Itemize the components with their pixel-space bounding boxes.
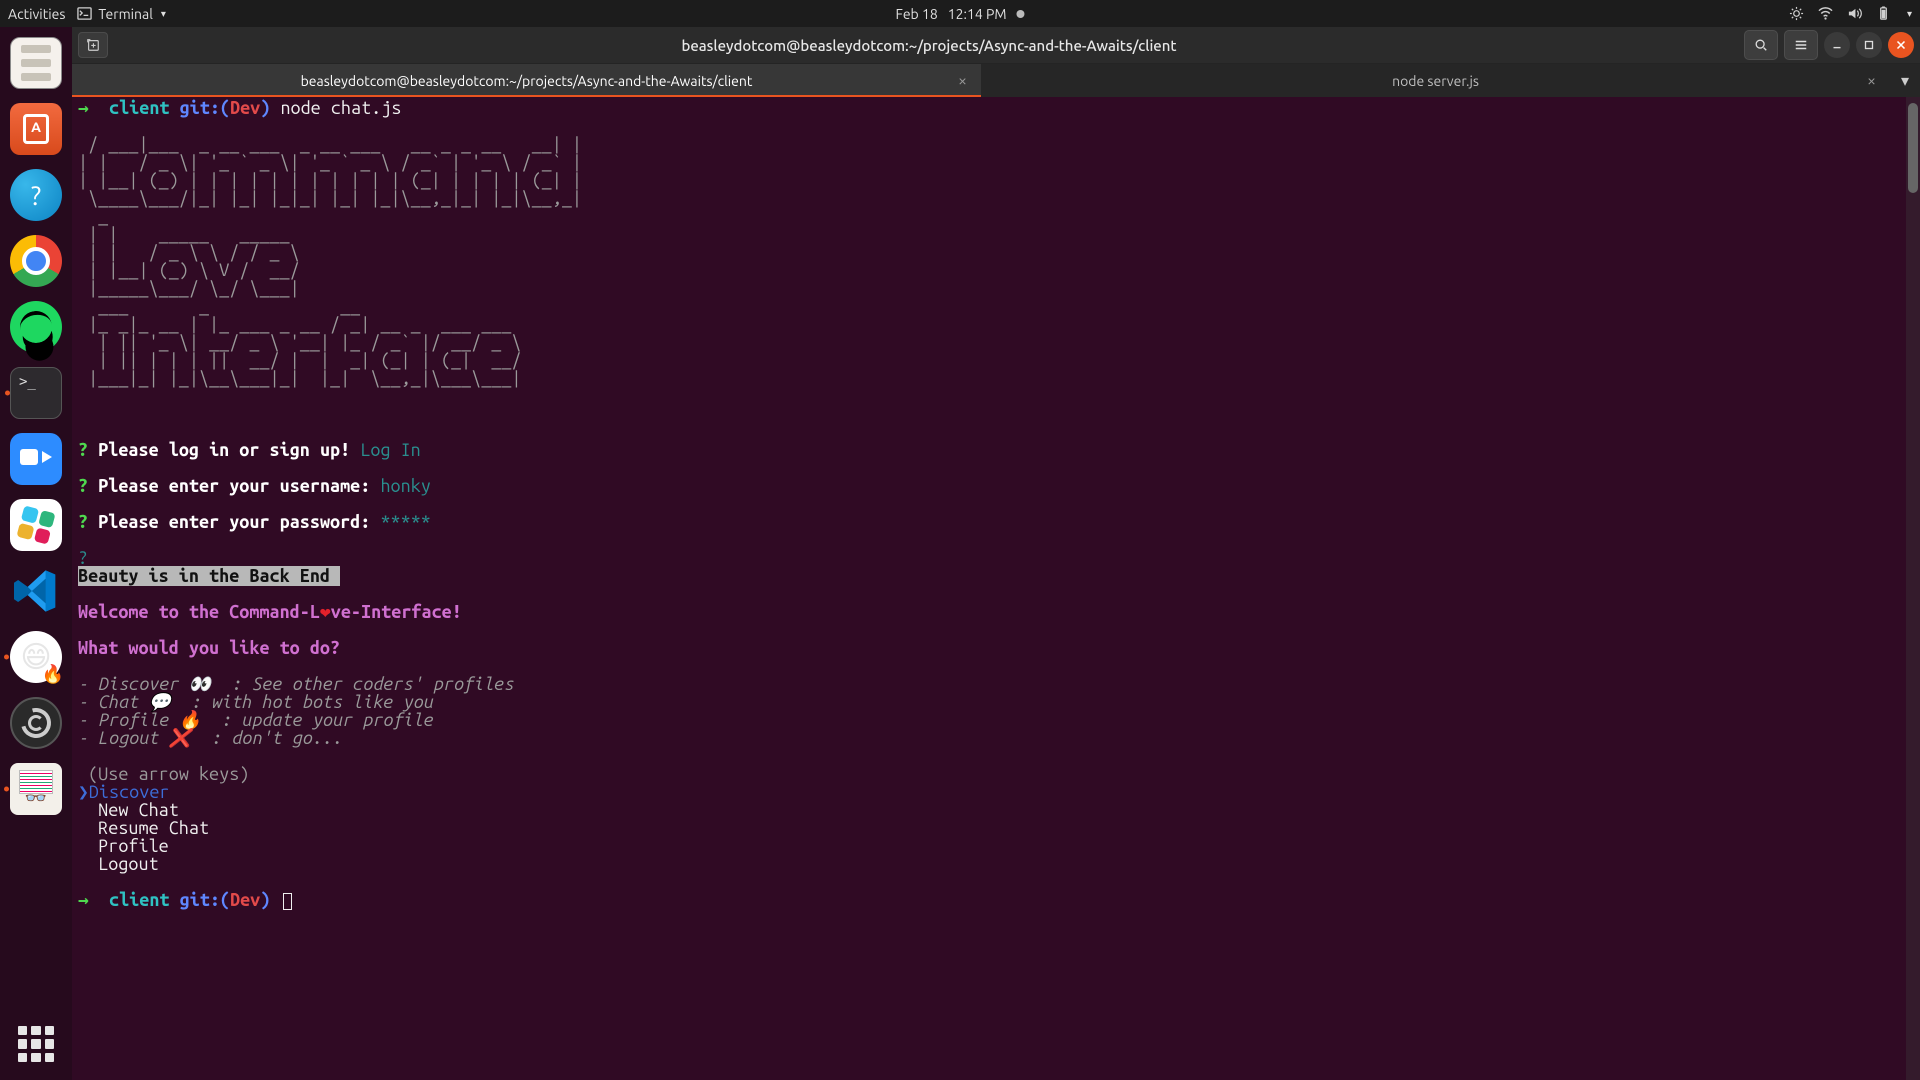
brightness-icon [1789,6,1804,21]
search-button[interactable] [1744,30,1778,60]
app-menu-button[interactable]: Terminal ▾ [77,6,166,22]
running-indicator-icon [5,391,10,396]
hamburger-icon [1794,38,1808,52]
show-applications-button[interactable] [18,1026,54,1062]
tab-close-button[interactable]: × [1867,72,1876,90]
tab-dropdown-button[interactable]: ▾ [1890,64,1920,97]
tab-label: node server.js [1392,73,1479,89]
tab-server[interactable]: node server.js × [981,64,1890,97]
software-center-icon[interactable] [10,103,62,155]
chevron-down-icon: ▾ [161,8,166,20]
vscode-app-icon[interactable] [10,565,62,617]
minimize-icon [1830,38,1844,52]
minimize-button[interactable] [1824,32,1850,58]
emoji-app-icon[interactable]: 😄 [10,631,62,683]
wifi-icon [1818,6,1833,21]
system-status-area[interactable]: ▾ [1789,6,1912,21]
volume-icon [1847,6,1862,21]
cursor-icon [283,893,292,910]
terminal-output: → client git:(Dev) node chat.js / ___|__… [78,99,1914,910]
tab-client[interactable]: beasleydotcom@beasleydotcom:~/projects/A… [72,64,981,97]
ubuntu-dock: ? 😄 👓 [0,27,72,1080]
terminal-app-icon[interactable] [10,367,62,419]
activities-button[interactable]: Activities [8,6,65,22]
new-tab-button[interactable] [78,32,108,58]
terminal-viewport[interactable]: → client git:(Dev) node chat.js / ___|__… [72,97,1920,1080]
help-app-icon[interactable]: ? [10,169,62,221]
close-button[interactable] [1888,32,1914,58]
notification-dot-icon [1017,10,1025,18]
window-titlebar: beasleydotcom@beasleydotcom:~/projects/A… [72,27,1920,64]
zoom-app-icon[interactable] [10,433,62,485]
chrome-app-icon[interactable] [10,235,62,287]
spotify-app-icon[interactable] [10,301,62,353]
maximize-button[interactable] [1856,32,1882,58]
running-indicator-icon [4,787,9,792]
close-icon [1894,38,1908,52]
scrollbar[interactable] [1906,97,1920,1080]
tab-label: beasleydotcom@beasleydotcom:~/projects/A… [301,73,753,89]
battery-icon [1876,6,1891,21]
tab-close-button[interactable]: × [958,72,967,90]
document-viewer-icon[interactable]: 👓 [10,763,62,815]
window-title: beasleydotcom@beasleydotcom:~/projects/A… [114,37,1744,54]
running-indicator-icon [4,655,9,660]
obs-app-icon[interactable] [10,697,62,749]
tab-strip: beasleydotcom@beasleydotcom:~/projects/A… [72,64,1920,97]
chevron-down-icon: ▾ [1907,8,1912,20]
gnome-top-bar: Activities Terminal ▾ Feb 18 12:14 PM ▾ [0,0,1920,27]
maximize-icon [1862,38,1876,52]
slack-app-icon[interactable] [10,499,62,551]
scrollbar-thumb[interactable] [1908,103,1918,193]
clock-area[interactable]: Feb 18 12:14 PM [895,6,1024,22]
files-app-icon[interactable] [10,37,62,89]
search-icon [1754,38,1768,52]
terminal-window: beasleydotcom@beasleydotcom:~/projects/A… [72,27,1920,1080]
hamburger-menu-button[interactable] [1784,30,1818,60]
terminal-icon [77,6,92,21]
